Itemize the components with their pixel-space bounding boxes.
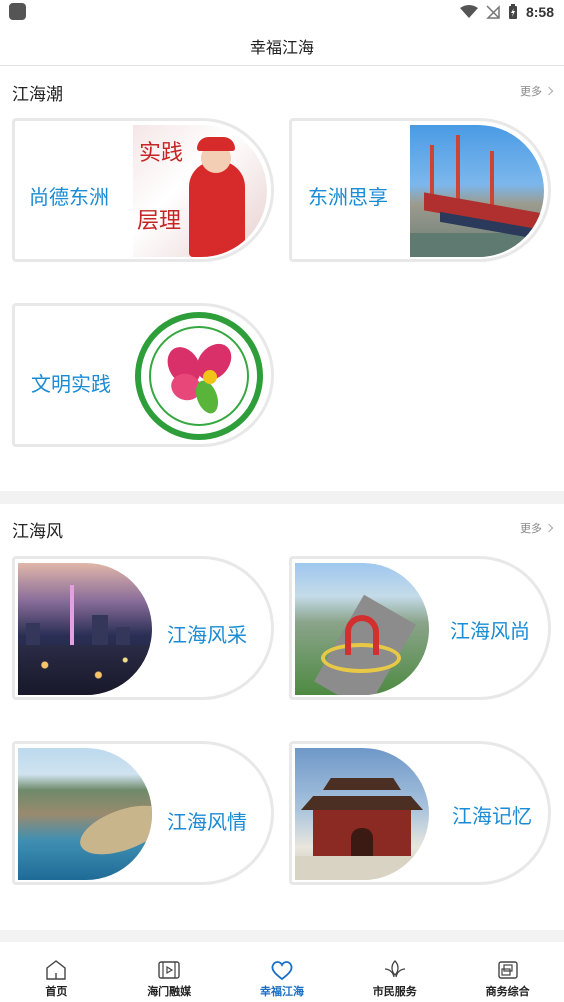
section-divider	[0, 930, 564, 942]
card-label: 江海风采	[167, 623, 247, 647]
card-jianghai-jiyi[interactable]: 江海记忆	[289, 741, 551, 885]
status-bar: 8:58	[0, 0, 564, 24]
more-label: 更多	[520, 522, 542, 535]
section-divider	[0, 491, 564, 504]
card-label: 江海记忆	[452, 804, 532, 828]
card-label: 东洲思享	[308, 185, 388, 209]
nav-item-media[interactable]: 海门融媒	[113, 942, 226, 1002]
wifi-icon	[459, 5, 478, 18]
chevron-right-icon	[544, 523, 554, 533]
section-header: 江海风 更多	[12, 517, 554, 542]
bottom-nav: 首页 海门融媒 幸福江海 市民服务 商务综合	[0, 942, 564, 1002]
coastline-aerial-photo	[18, 748, 152, 880]
more-link[interactable]: 更多	[520, 520, 554, 536]
more-link[interactable]: 更多	[520, 83, 554, 99]
city-night-skyline-photo	[18, 563, 152, 695]
section-header: 江海潮 更多	[12, 80, 554, 105]
nav-label: 商务综合	[485, 985, 530, 998]
card-jianghai-fengshang[interactable]: 江海风尚	[289, 556, 551, 700]
card-label: 尚德东洲	[29, 185, 109, 209]
section-jianghai-feng: 江海风 更多 江海风采 江海风尚 江海风情 江海记忆	[0, 504, 564, 930]
business-icon	[497, 961, 518, 979]
section-title: 江海潮	[12, 85, 63, 105]
civilization-practice-logo	[133, 310, 267, 442]
nav-item-happy-jianghai[interactable]: 幸福江海	[226, 942, 339, 1002]
chevron-right-icon	[544, 86, 554, 96]
more-label: 更多	[520, 85, 542, 98]
heart-icon	[271, 961, 293, 981]
status-indicators: 8:58	[459, 3, 554, 21]
card-jianghai-fengqing[interactable]: 江海风情	[12, 741, 274, 885]
nav-label: 海门融媒	[147, 985, 192, 998]
home-icon	[46, 960, 67, 980]
page-title: 幸福江海	[249, 38, 314, 57]
section-jianghai-chao: 江海潮 更多 尚德东洲 实践 层理 东洲思享 文明实践	[0, 67, 564, 491]
volunteer-speaker-photo: 实践 层理	[133, 125, 267, 257]
title-bar: 幸福江海	[0, 24, 564, 66]
nav-label: 市民服务	[372, 985, 417, 998]
app-notification-icon	[9, 3, 26, 20]
card-label: 江海风情	[167, 810, 247, 834]
no-signal-icon	[486, 5, 500, 19]
media-play-icon	[158, 961, 180, 979]
nav-label: 首页	[45, 985, 68, 998]
battery-charging-icon	[508, 4, 517, 19]
nav-item-home[interactable]: 首页	[0, 942, 113, 1002]
shipyard-cranes-photo	[410, 125, 544, 257]
traditional-temple-photo	[295, 748, 429, 880]
section-title: 江海风	[12, 522, 63, 542]
card-dongzhou-sixiang[interactable]: 东洲思享	[289, 118, 551, 262]
card-jianghai-fengcai[interactable]: 江海风采	[12, 556, 274, 700]
nav-item-citizen-service[interactable]: 市民服务	[338, 942, 451, 1002]
card-shangde-dongzhou[interactable]: 尚德东洲 实践 层理	[12, 118, 274, 262]
card-label: 江海风尚	[450, 619, 530, 643]
card-label: 文明实践	[31, 372, 111, 396]
status-time: 8:58	[525, 4, 554, 20]
card-wenming-shijian[interactable]: 文明实践	[12, 303, 274, 447]
nav-item-business[interactable]: 商务综合	[451, 942, 564, 1002]
nav-label: 幸福江海	[259, 985, 304, 998]
city-plaza-aerial-photo	[295, 563, 429, 695]
leaf-hands-icon	[384, 960, 405, 978]
